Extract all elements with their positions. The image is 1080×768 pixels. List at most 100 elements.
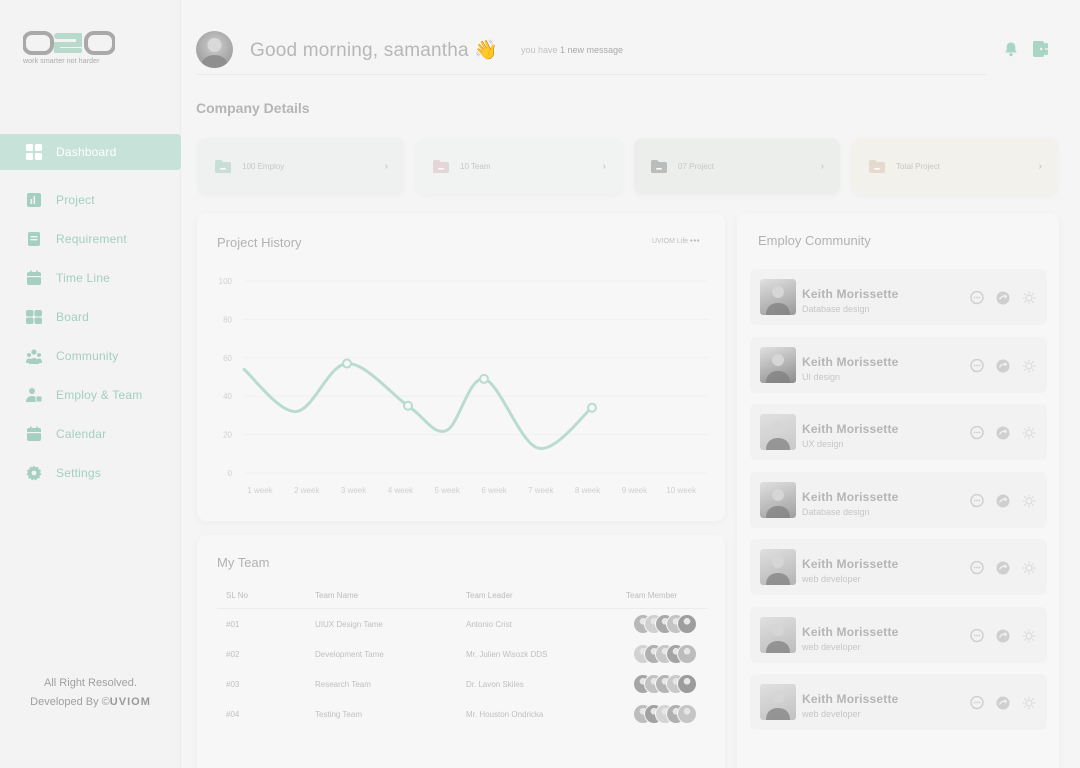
avatar[interactable] [760,684,796,720]
share-icon[interactable] [996,291,1010,305]
avatar[interactable] [760,346,796,383]
team-member-avatars[interactable] [633,674,699,694]
sidebar-item-community[interactable]: Community [0,338,181,374]
member-role: web developer [802,641,861,652]
sun-icon[interactable] [1022,494,1036,508]
chat-icon[interactable] [970,290,984,305]
chevron-right-icon[interactable]: › [1039,161,1042,172]
stat-label: 10 Team [460,161,491,171]
sidebar-item-dashboard[interactable]: Dashboard [0,134,181,170]
table-header: Team Name [315,591,359,600]
share-icon[interactable] [996,359,1010,373]
member-name: Keith Morissette [802,692,899,706]
team-leader[interactable]: Antonio Crist [466,620,512,629]
sidebar-item-board[interactable]: Board [0,299,181,335]
community-member-row[interactable]: Keith Morissette UX design [750,404,1047,460]
community-member-row[interactable]: Keith Morissette Database design [750,269,1047,325]
share-icon[interactable] [996,629,1010,643]
sun-icon[interactable] [1022,426,1036,440]
sidebar-item-employ-team[interactable]: Employ & Team [0,377,181,413]
sidebar-item-calendar[interactable]: Calendar [0,416,181,452]
bar-chart-icon [26,192,42,208]
sidebar-item-label: Employ & Team [56,388,143,402]
avatar[interactable] [760,616,796,653]
team-leader[interactable]: Dr. Lavon Skiles [466,680,524,689]
user-avatar[interactable] [196,31,233,68]
team-member-avatars[interactable] [633,644,699,664]
folder-icon [432,159,450,174]
sidebar-item-project[interactable]: Project [0,182,181,218]
sidebar: work smarter not harder Dashboard Project… [0,0,181,768]
chat-icon[interactable] [970,358,984,373]
stat-label: 07 Project [678,161,715,171]
chat-icon[interactable] [970,493,984,508]
footer-brand[interactable]: UVIOM [110,696,151,708]
member-name: Keith Morissette [802,354,899,369]
team-name[interactable]: Development Tame [315,650,384,659]
community-member-row[interactable]: Keith Morissette UI design [750,336,1047,393]
team-name[interactable]: Testing Team [315,710,362,719]
chat-icon[interactable] [970,695,984,710]
stat-card[interactable]: 10 Team › [416,138,622,194]
message-notice[interactable]: you have 1 new message [521,45,623,55]
project-history-title: Project History [217,235,302,250]
footer-rights: All Right Resolved. [44,677,137,689]
logout-icon[interactable] [1032,40,1050,58]
grid-icon [26,144,42,160]
legend-label: UVIOM Life [652,238,689,245]
sun-icon[interactable] [1022,629,1036,643]
stat-label: Total Project [896,161,941,171]
stat-card[interactable]: 100 Employ › [198,138,404,194]
sidebar-item-time-line[interactable]: Time Line [0,260,181,296]
sun-icon[interactable] [1022,359,1036,373]
member-role: Database design [802,304,870,314]
team-name[interactable]: UIUX Design Tame [315,620,383,629]
chevron-right-icon[interactable]: › [821,161,824,172]
team-member-avatars[interactable] [633,614,699,634]
member-role: UX design [802,439,844,449]
team-leader[interactable]: Mr. Houston Ondricka [466,710,543,719]
brand-logo[interactable]: work smarter not harder [23,30,118,70]
stat-card[interactable]: 07 Project › [634,138,840,194]
chart-legend[interactable]: UVIOM Life ••• [652,238,701,245]
gear-icon [26,465,42,481]
project-history-card [197,213,725,521]
team-name[interactable]: Research Team [315,680,371,689]
team-member-avatars[interactable] [633,704,699,724]
footer-note: All Right Resolved. Developed By ©UVIOM [0,674,181,712]
team-leader[interactable]: Mr. Julien Wisozk DDS [466,650,547,659]
chat-icon[interactable] [970,560,984,575]
header-divider [196,74,986,75]
chevron-right-icon[interactable]: › [603,161,606,172]
stat-card[interactable]: Total Project › [852,138,1058,194]
sidebar-item-label: Calendar [56,427,107,441]
chat-icon[interactable] [970,628,984,643]
sun-icon[interactable] [1022,291,1036,305]
sun-icon[interactable] [1022,561,1036,575]
share-icon[interactable] [996,494,1010,508]
community-member-row[interactable]: Keith Morissette web developer [750,539,1047,595]
company-details-title: Company Details [196,100,310,116]
community-member-row[interactable]: Keith Morissette web developer [750,606,1047,663]
table-header: SL No [226,591,248,600]
community-member-row[interactable]: Keith Morissette Database design [750,471,1047,528]
board-icon [26,309,42,325]
avatar[interactable] [760,414,796,450]
avatar[interactable] [760,279,796,315]
sun-icon[interactable] [1022,696,1036,710]
bell-icon[interactable] [1003,41,1019,57]
sidebar-item-requirement[interactable]: Requirement [0,221,181,257]
avatar [677,674,697,694]
community-member-row[interactable]: Keith Morissette web developer [750,674,1047,730]
share-icon[interactable] [996,561,1010,575]
sidebar-item-settings[interactable]: Settings [0,455,181,491]
sidebar-item-label: Community [56,349,119,363]
sidebar-item-label: Dashboard [56,145,117,159]
avatar[interactable] [760,481,796,518]
chat-icon[interactable] [970,425,984,440]
more-icon[interactable]: ••• [690,238,700,245]
share-icon[interactable] [996,426,1010,440]
avatar[interactable] [760,549,796,585]
share-icon[interactable] [996,696,1010,710]
chevron-right-icon[interactable]: › [385,161,388,172]
